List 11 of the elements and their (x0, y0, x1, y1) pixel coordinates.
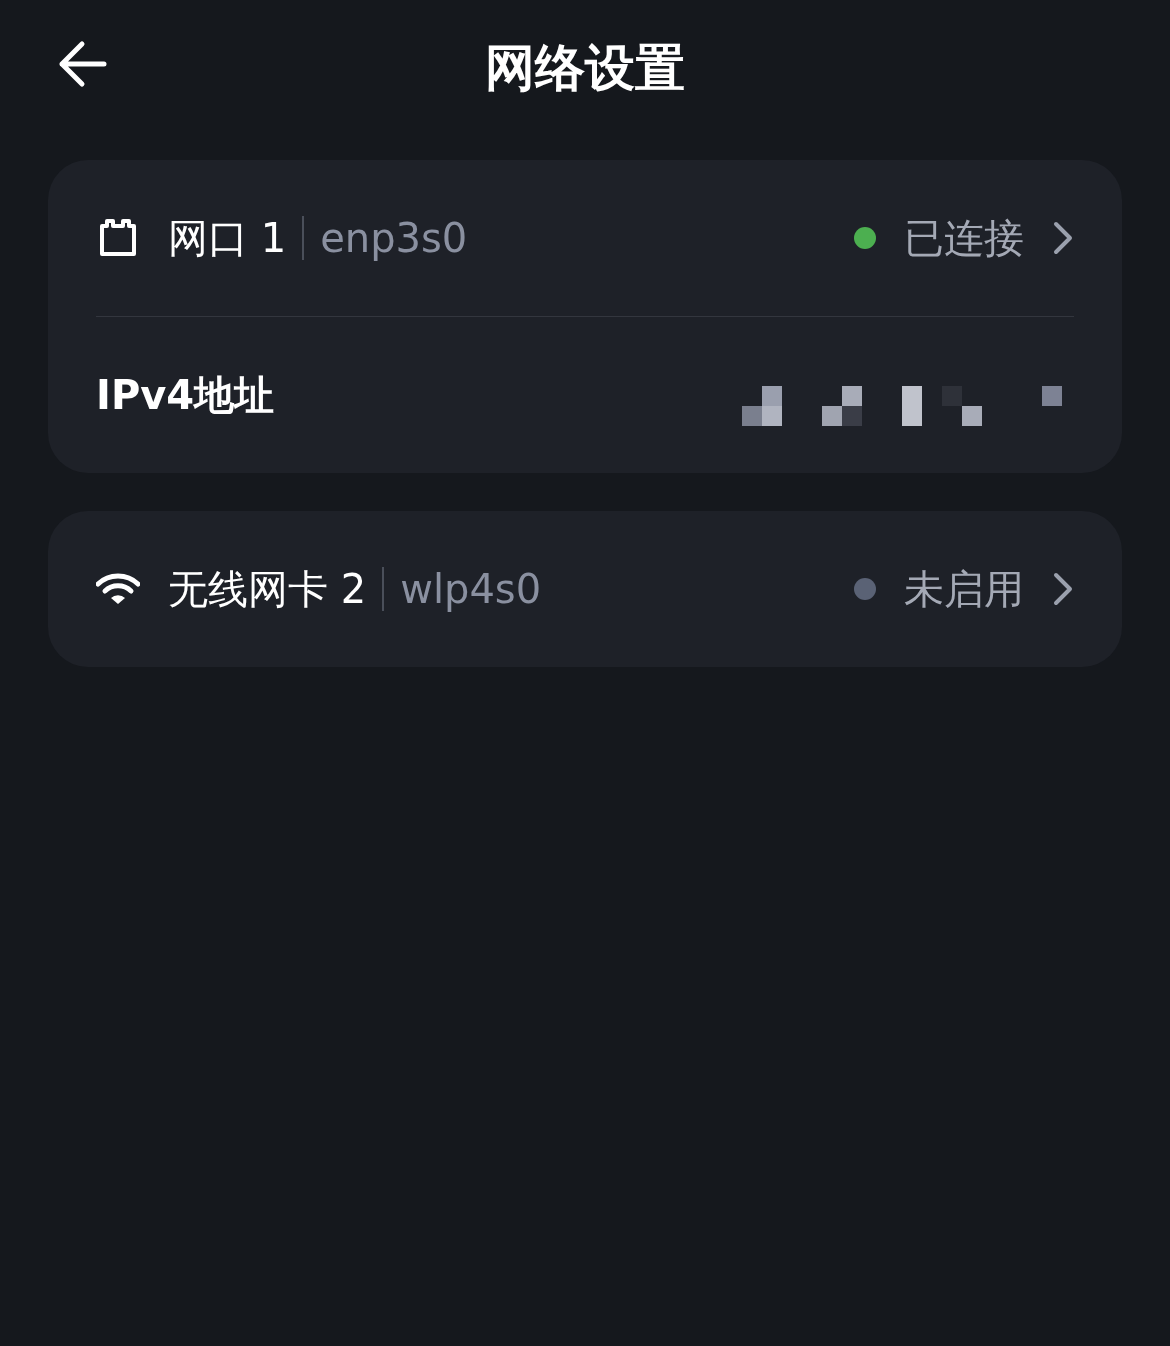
chevron-icon[interactable] (1052, 571, 1074, 607)
chevron-icon[interactable] (1052, 220, 1074, 256)
device-name: wlp4s0 (400, 565, 542, 614)
page-title: 网络设置 (485, 37, 685, 99)
ipv4-label: IPv4地址 (96, 371, 275, 420)
wifi-icon (96, 572, 140, 606)
interface-name: 网口 1 (168, 214, 287, 263)
interface-name: 无线网卡 2 (168, 565, 367, 614)
status-text: 未启用 (904, 565, 1024, 614)
status-text: 已连接 (904, 214, 1024, 263)
device-name: enp3s0 (320, 214, 468, 263)
